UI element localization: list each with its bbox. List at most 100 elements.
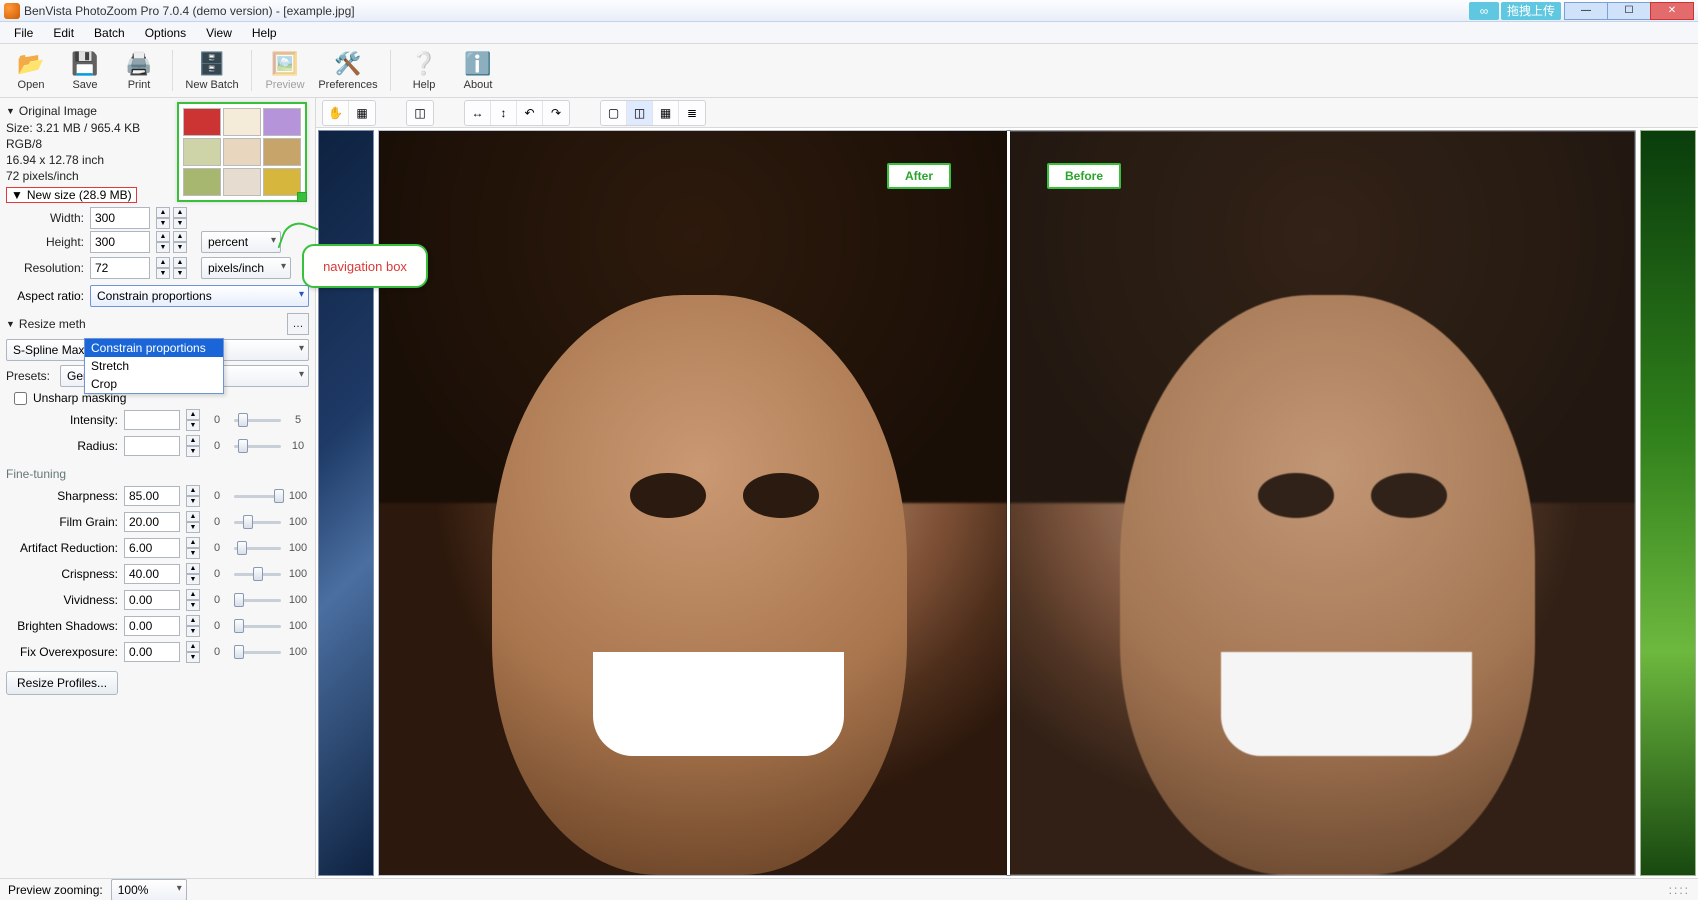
menu-edit[interactable]: Edit [43,24,84,42]
radius-stepper[interactable]: ▲▼ [186,435,200,457]
finetune-slider[interactable] [234,643,281,661]
width-stepper[interactable]: ▲▼ [156,207,170,229]
height-link-stepper[interactable]: ▲▼ [173,231,187,253]
split-divider[interactable] [1007,131,1010,875]
finetune-stepper[interactable]: ▲▼ [186,511,200,533]
undo-button[interactable]: ↶ [517,101,543,125]
resolution-link-stepper[interactable]: ▲▼ [173,257,187,279]
preferences-button[interactable]: 🛠️ Preferences [312,46,384,95]
navigation-box-callout: navigation box [302,244,428,288]
info-icon: ℹ️ [464,50,492,78]
resize-grip-icon[interactable]: :::: [1669,883,1690,897]
resize-method-more-button[interactable]: … [287,313,309,335]
menu-batch[interactable]: Batch [84,24,135,42]
minimize-button[interactable]: — [1564,2,1608,20]
maximize-button[interactable]: ☐ [1607,2,1651,20]
view-single-button[interactable]: ▢ [601,101,627,125]
menu-file[interactable]: File [4,24,43,42]
view-quad-button[interactable]: ▦ [653,101,679,125]
size-unit-combo[interactable]: percent [201,231,281,253]
help-button[interactable]: ❔ Help [397,46,451,95]
close-button[interactable]: ✕ [1650,2,1694,20]
intensity-stepper[interactable]: ▲▼ [186,409,200,431]
resolution-input[interactable]: 72 [90,257,150,279]
finetune-slider[interactable] [234,591,281,609]
height-input[interactable]: 300 [90,231,150,253]
marquee-tool-button[interactable]: ▦ [349,101,375,125]
preview-zoom-label: Preview zooming: [8,883,103,897]
aspect-ratio-dropdown[interactable]: Constrain proportions Stretch Crop [84,338,224,394]
statusbar: Preview zooming: 100% :::: [0,878,1698,900]
drag-upload-hint[interactable]: 拖拽上传 [1501,2,1561,20]
finetune-stepper[interactable]: ▲▼ [186,615,200,637]
print-button[interactable]: 🖨️ Print [112,46,166,95]
finetune-input[interactable]: 0.00 [124,616,180,636]
width-input[interactable]: 300 [90,207,150,229]
finetune-min: 0 [206,620,228,632]
preview-toolbar: ✋ ▦ ◫ ↔ ↕ ↶ ↷ ▢ ◫ ▦ ≣ [316,98,1698,128]
fit-width-button[interactable]: ↔ [465,101,491,125]
resize-profiles-button[interactable]: Resize Profiles... [6,671,118,695]
resolution-stepper[interactable]: ▲▼ [156,257,170,279]
view-list-button[interactable]: ≣ [679,101,705,125]
finetune-input[interactable]: 6.00 [124,538,180,558]
finetune-stepper[interactable]: ▲▼ [186,641,200,663]
finetune-max: 100 [287,490,309,502]
new-size-label: New size (28.9 MB) [27,188,132,202]
hand-tool-button[interactable]: ✋ [323,101,349,125]
finetune-input[interactable]: 0.00 [124,642,180,662]
window-controls: — ☐ ✕ [1565,2,1694,20]
aspect-ratio-combo[interactable]: Constrain proportions [90,285,309,307]
finetune-stepper[interactable]: ▲▼ [186,563,200,585]
finetune-input[interactable]: 20.00 [124,512,180,532]
finetune-row: Vividness:0.00▲▼0100 [6,589,309,611]
save-button[interactable]: 💾 Save [58,46,112,95]
resize-handle-icon[interactable] [297,192,307,202]
aspect-option-crop[interactable]: Crop [85,375,223,393]
intensity-slider[interactable] [234,411,281,429]
about-button[interactable]: ℹ️ About [451,46,505,95]
open-button[interactable]: 📂 Open [4,46,58,95]
menu-options[interactable]: Options [135,24,196,42]
finetune-input[interactable]: 40.00 [124,564,180,584]
resolution-unit-combo[interactable]: pixels/inch [201,257,291,279]
titlebar: BenVista PhotoZoom Pro 7.0.4 (demo versi… [0,0,1698,22]
view-split-button[interactable]: ◫ [627,101,653,125]
finetune-input[interactable]: 85.00 [124,486,180,506]
navigation-thumbnail[interactable] [177,102,307,202]
finetune-min: 0 [206,594,228,606]
redo-button[interactable]: ↷ [543,101,569,125]
finetune-input[interactable]: 0.00 [124,590,180,610]
split-view[interactable]: After Before [378,130,1636,876]
finetune-label: Crispness: [6,567,118,581]
aspect-option-stretch[interactable]: Stretch [85,357,223,375]
finetune-stepper[interactable]: ▲▼ [186,485,200,507]
finetune-slider[interactable] [234,617,281,635]
help-label: Help [413,79,436,91]
finetune-stepper[interactable]: ▲▼ [186,537,200,559]
finetune-slider[interactable] [234,487,281,505]
finetune-slider[interactable] [234,513,281,531]
finetune-slider[interactable] [234,565,281,583]
menu-help[interactable]: Help [242,24,287,42]
radius-input[interactable] [124,436,180,456]
aspect-option-constrain[interactable]: Constrain proportions [85,339,223,357]
finetune-stepper[interactable]: ▲▼ [186,589,200,611]
preview-area[interactable]: After Before [316,128,1698,878]
finetune-slider[interactable] [234,539,281,557]
unsharp-checkbox-input[interactable] [14,392,27,405]
preview-zoom-combo[interactable]: 100% [111,879,187,900]
cloud-icon[interactable]: ∞ [1469,2,1499,20]
finetune-label: Vividness: [6,593,118,607]
radius-slider[interactable] [234,437,281,455]
width-link-stepper[interactable]: ▲▼ [173,207,187,229]
new-batch-button[interactable]: 🗄️ New Batch [179,46,245,95]
crop-button[interactable]: ◫ [407,101,433,125]
intensity-input[interactable] [124,410,180,430]
height-stepper[interactable]: ▲▼ [156,231,170,253]
fit-height-button[interactable]: ↕ [491,101,517,125]
new-size-header[interactable]: ▼New size (28.9 MB) [6,187,137,203]
resize-method-header[interactable]: ▼Resize meth … [6,311,309,337]
main-toolbar: 📂 Open 💾 Save 🖨️ Print 🗄️ New Batch 🖼️ P… [0,44,1698,98]
menu-view[interactable]: View [196,24,242,42]
